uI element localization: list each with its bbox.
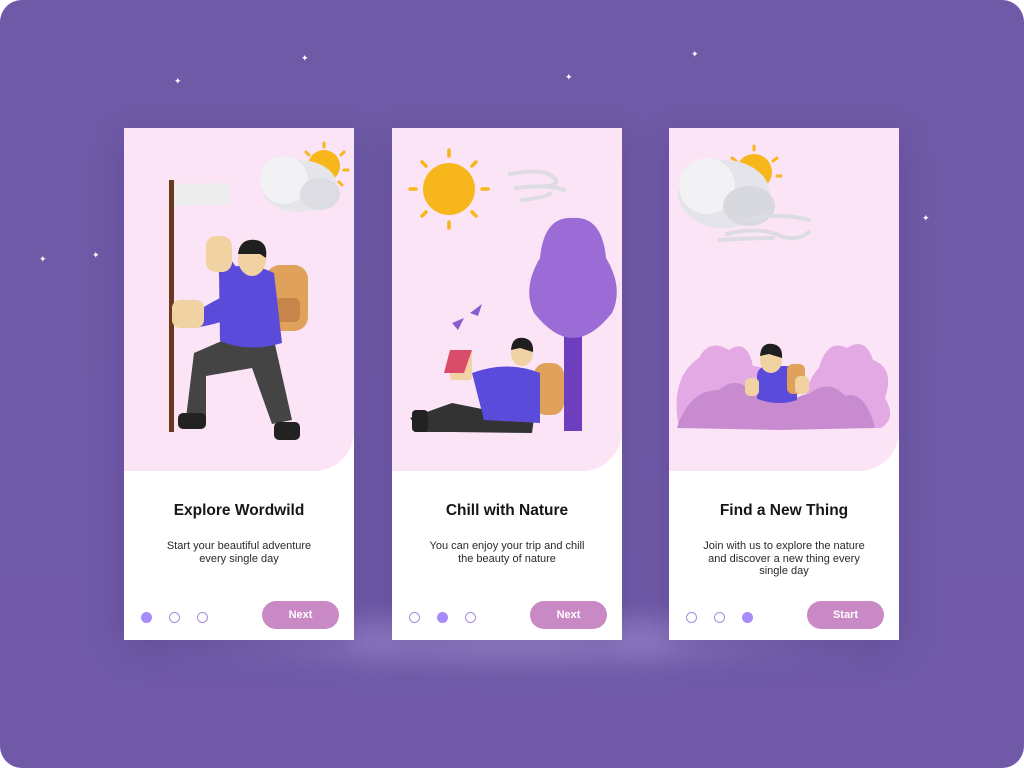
pagination-dot-3[interactable]: [742, 612, 753, 623]
star-icon: ✦: [922, 214, 930, 224]
hiker-with-flag-illustration: [169, 141, 350, 440]
card-title: Find a New Thing: [719, 502, 849, 519]
pagination-dot-1[interactable]: [686, 612, 697, 623]
pagination-dot-2[interactable]: [714, 612, 725, 623]
start-button[interactable]: Start: [807, 601, 884, 629]
star-icon: ✦: [301, 54, 309, 64]
star-icon: ✦: [691, 50, 699, 60]
pagination-dot-3[interactable]: [465, 612, 476, 623]
pagination-dot-2[interactable]: [169, 612, 180, 623]
illustration-panel: [124, 128, 354, 471]
illustration-panel: [669, 128, 899, 471]
reading-under-tree-illustration: [408, 148, 617, 433]
onboarding-card-explore: Explore Wordwild Start your beautiful ad…: [124, 128, 354, 640]
pagination-dot-1[interactable]: [141, 612, 152, 623]
star-icon: ✦: [565, 73, 573, 83]
pagination-dot-3[interactable]: [197, 612, 208, 623]
card-description: You can enjoy your trip and chill the be…: [429, 540, 585, 565]
card-title: Chill with Nature: [445, 502, 569, 519]
card-description: Join with us to explore the nature and d…: [703, 540, 865, 577]
explorer-in-bushes-illustration: [676, 144, 891, 430]
wind-icon: [508, 169, 566, 202]
star-icon: ✦: [174, 77, 182, 87]
star-icon: ✦: [39, 255, 47, 265]
showcase-frame: ✦ ✦ ✦ ✦ ✦ ✦ ✦ Explore Wordwild Start you…: [0, 0, 1024, 768]
pagination-dot-2[interactable]: [437, 612, 448, 623]
card-description: Start your beautiful adventure every sin…: [166, 540, 312, 565]
pagination-dot-1[interactable]: [409, 612, 420, 623]
illustration-panel: [392, 128, 622, 471]
sun-icon: [408, 148, 490, 230]
card-title: Explore Wordwild: [173, 502, 305, 519]
star-icon: ✦: [92, 251, 100, 261]
onboarding-card-chill: Chill with Nature You can enjoy your tri…: [392, 128, 622, 640]
next-button[interactable]: Next: [530, 601, 607, 629]
onboarding-card-find: Find a New Thing Join with us to explore…: [669, 128, 899, 640]
next-button[interactable]: Next: [262, 601, 339, 629]
